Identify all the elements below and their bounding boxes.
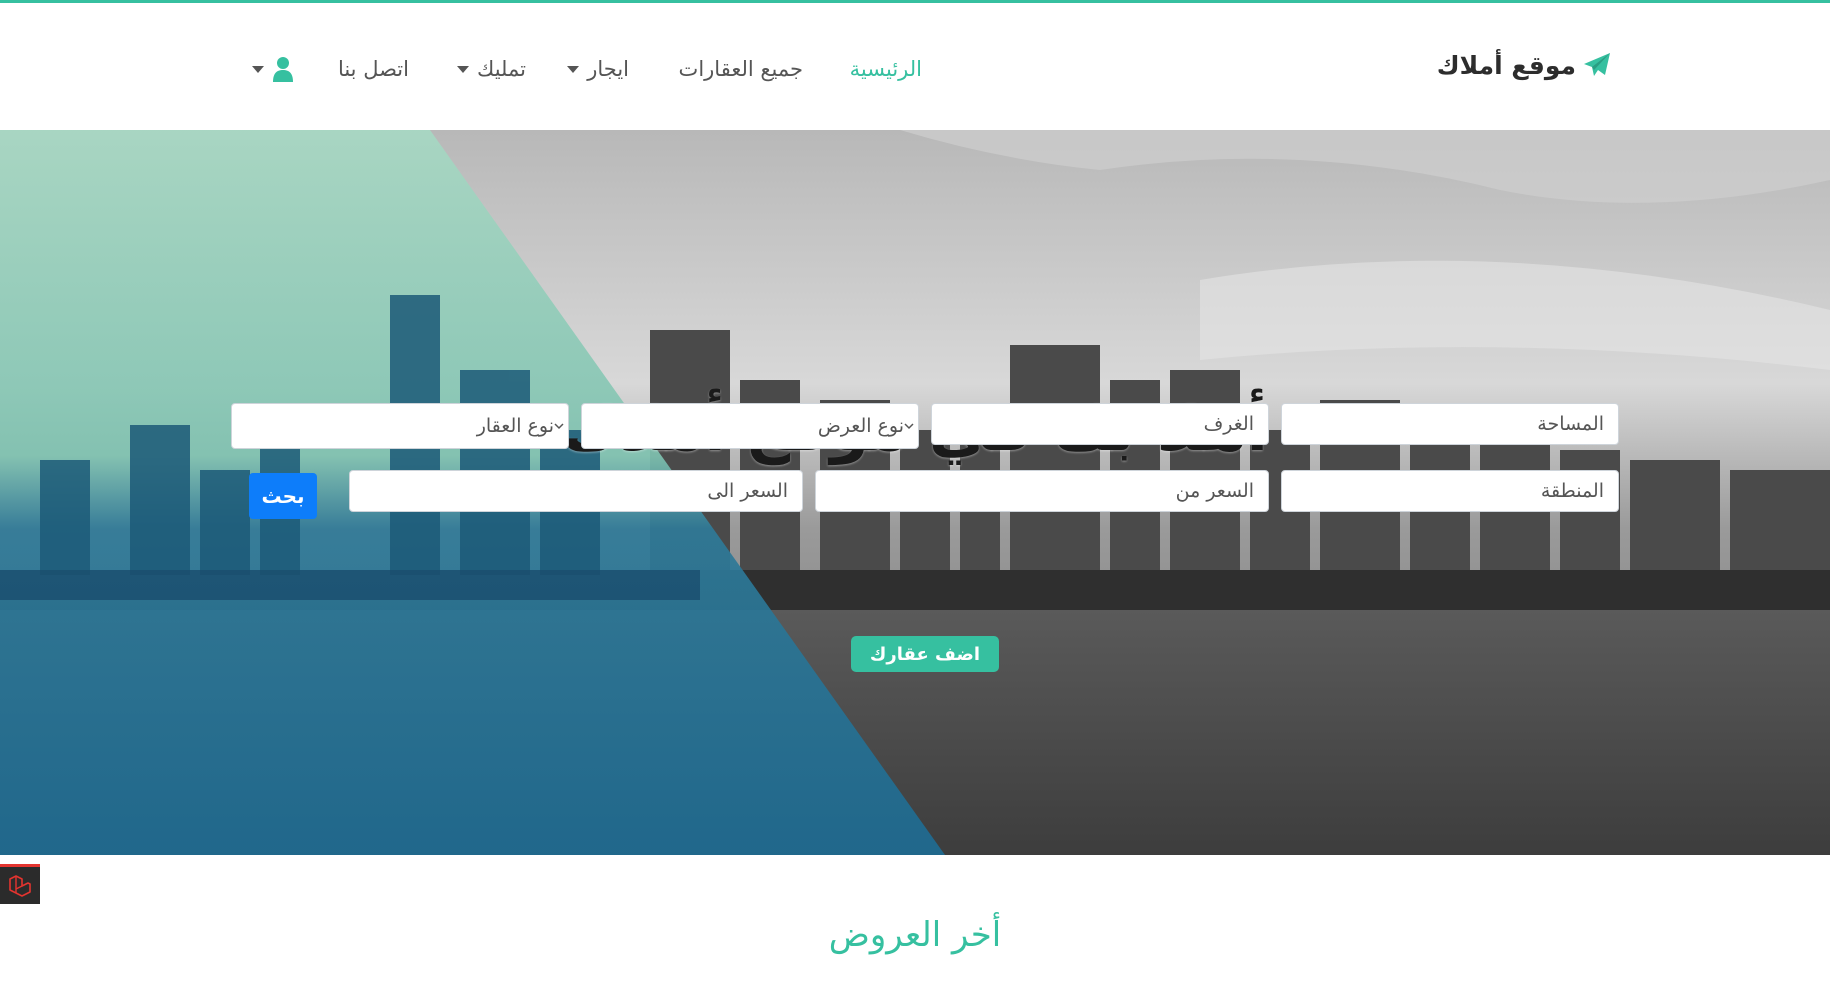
nav-item-label: ايجار xyxy=(587,57,629,81)
latest-offers-title: أخر العروض xyxy=(828,915,1002,955)
search-button[interactable]: بحث xyxy=(249,473,317,519)
add-property-button[interactable]: اضف عقارك xyxy=(851,636,999,672)
nav-item-rent[interactable]: ايجار xyxy=(567,51,629,87)
caret-down-icon xyxy=(252,65,264,73)
price-from-input[interactable] xyxy=(830,480,1254,502)
chevron-down-icon xyxy=(554,423,564,430)
laravel-logo-icon xyxy=(9,874,31,897)
property-type-label: نوع العقار xyxy=(476,415,554,437)
nav-item-home[interactable]: الرئيسية xyxy=(850,51,922,87)
rooms-field[interactable] xyxy=(931,403,1269,445)
caret-down-icon xyxy=(567,65,580,73)
nav-links: الرئيسية جميع العقارات ايجار تمليك اتصل … xyxy=(0,51,1830,87)
area-field[interactable] xyxy=(1281,403,1619,445)
nav-item-all-properties[interactable]: جميع العقارات xyxy=(679,51,803,87)
rooms-input[interactable] xyxy=(946,413,1254,435)
caret-down-icon xyxy=(457,65,470,73)
nav-item-label: جميع العقارات xyxy=(678,57,803,81)
offer-type-label: نوع العرض xyxy=(817,415,904,437)
area-input[interactable] xyxy=(1296,413,1604,435)
nav-item-label: اتصل بنا xyxy=(337,57,409,81)
nav-item-label: الرئيسية xyxy=(849,57,922,81)
price-from-field[interactable] xyxy=(815,470,1269,512)
chevron-down-icon xyxy=(904,423,914,430)
nav-item-contact[interactable]: اتصل بنا xyxy=(338,51,409,87)
debugbar-toggle[interactable] xyxy=(0,864,40,904)
user-menu[interactable] xyxy=(252,51,294,87)
price-to-field[interactable] xyxy=(349,470,803,512)
price-to-input[interactable] xyxy=(364,480,788,502)
property-type-select[interactable]: نوع العقار xyxy=(231,403,569,449)
user-icon xyxy=(273,57,293,82)
nav-item-label: تمليك xyxy=(477,57,526,81)
offer-type-select[interactable]: نوع العرض xyxy=(581,403,919,449)
navbar: موقع أملاك الرئيسية جميع العقارات ايجار … xyxy=(0,3,1830,130)
region-field[interactable] xyxy=(1281,470,1619,512)
nav-item-ownership[interactable]: تمليك xyxy=(457,51,526,87)
region-input[interactable] xyxy=(1296,480,1604,502)
